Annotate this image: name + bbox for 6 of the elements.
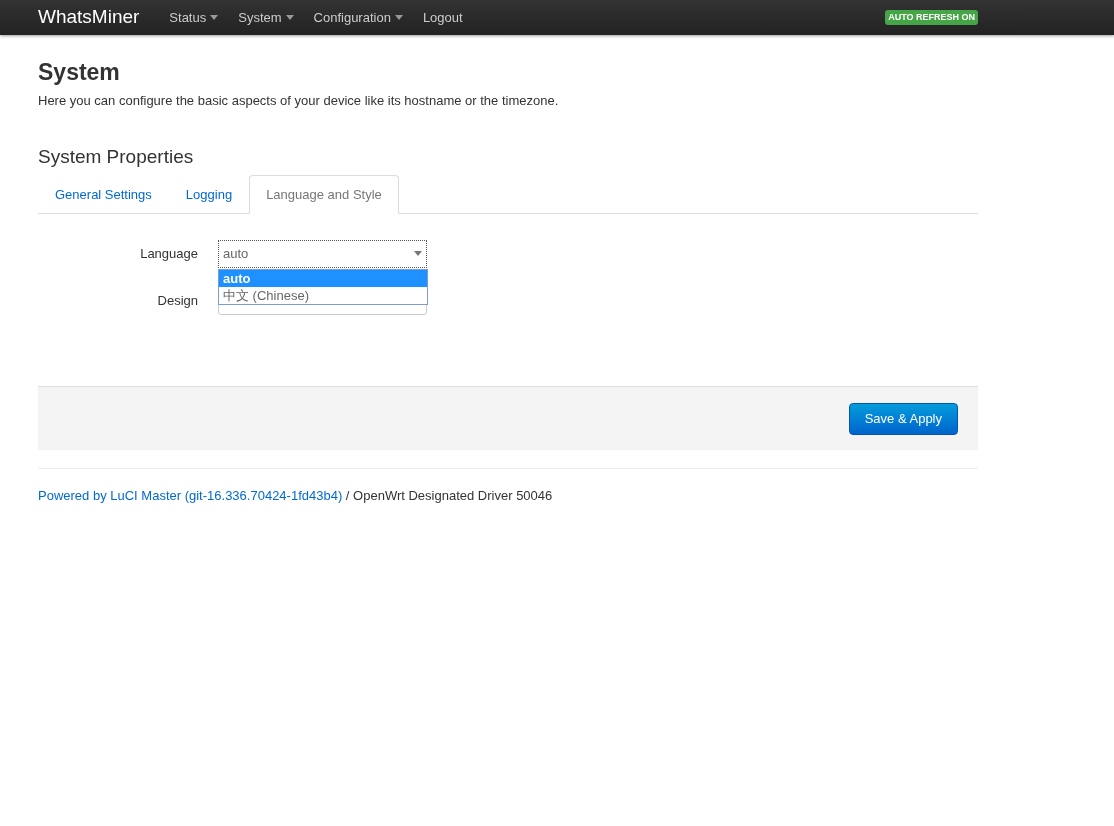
page-title: System (38, 59, 121, 87)
page-description: Here you can configure the basic aspects of your device like its hostname or the timezone. (38, 91, 560, 110)
section-title: System Properties (38, 146, 195, 169)
footer-text: Powered by LuCI Master (git-16.336.70424-1fd43b4) / OpenWrt Designated Driver 50046 (38, 487, 554, 506)
field-label: Design (156, 292, 199, 311)
field-label: Language (139, 245, 199, 264)
